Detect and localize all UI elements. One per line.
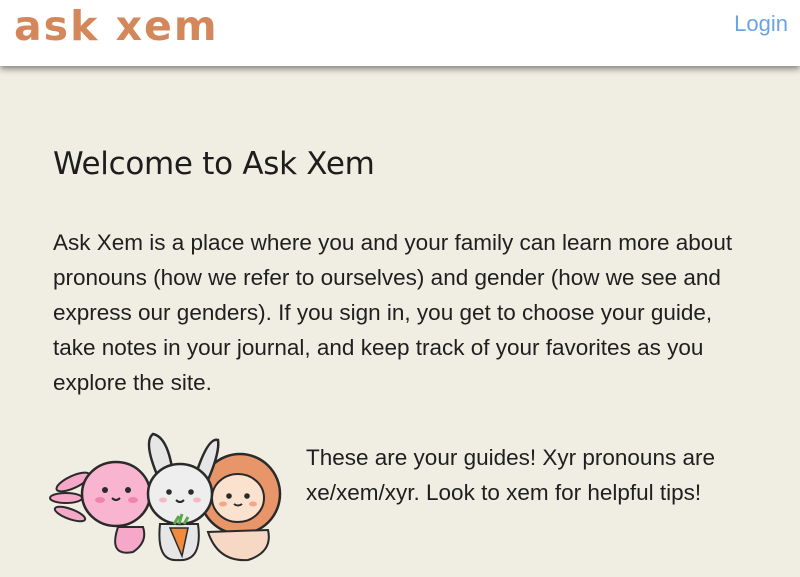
- login-link[interactable]: Login: [734, 11, 788, 37]
- site-logo[interactable]: ask xem: [14, 2, 219, 50]
- intro-paragraph: Ask Xem is a place where you and your fa…: [53, 230, 733, 395]
- page-title: Welcome to Ask Xem: [53, 146, 375, 182]
- axolotl-guide-figure: [49, 460, 152, 554]
- bunny-guide-figure: [146, 432, 220, 562]
- guides-caption: These are your guides! Xyr pronouns are …: [306, 445, 715, 505]
- guides-illustration: [49, 432, 282, 562]
- main-content: Welcome to Ask Xem: [53, 146, 753, 182]
- site-header: ask xem Login: [0, 0, 800, 66]
